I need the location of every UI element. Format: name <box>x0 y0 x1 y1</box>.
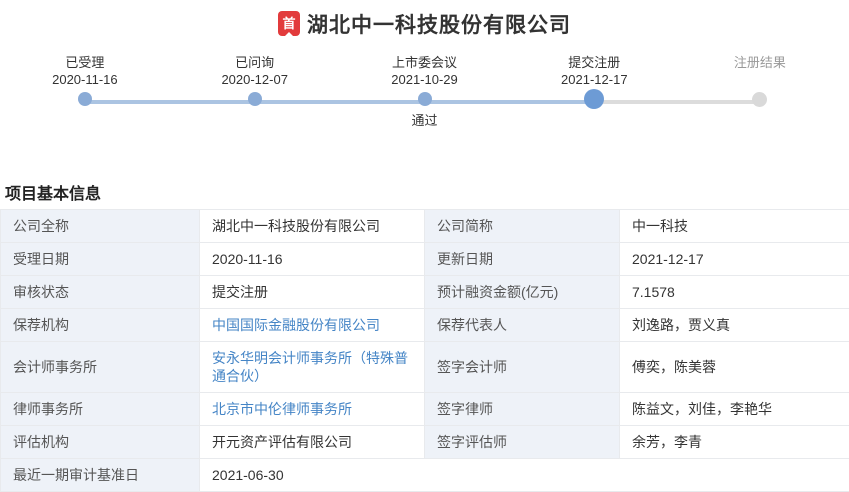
table-row: 审核状态 提交注册 预计融资金额(亿元) 7.1578 <box>1 276 849 309</box>
stage-label: 上市委会议 <box>350 54 500 71</box>
field-value-acceptance-date: 2020-11-16 <box>200 243 425 276</box>
field-value-sponsor-representatives: 刘逸路，贾义真 <box>620 309 849 342</box>
stage-label: 已问询 <box>180 54 330 71</box>
stage-result-label: 通过 <box>350 112 500 129</box>
field-value-signing-appraisers: 余芳，李青 <box>620 426 849 459</box>
table-row: 律师事务所 北京市中伦律师事务所 签字律师 陈益文，刘佳，李艳华 <box>1 393 849 426</box>
field-label-valuation-agency: 评估机构 <box>1 426 200 459</box>
badge-glyph: 首 <box>282 17 295 30</box>
field-label-expected-financing: 预计融资金额(亿元) <box>425 276 620 309</box>
page: 首 湖北中一科技股份有限公司 已受理 2020-11-16 已问询 2020-1… <box>0 0 849 492</box>
table-row: 会计师事务所 安永华明会计师事务所（特殊普通合伙） 签字会计师 傅奕，陈美蓉 <box>1 342 849 393</box>
page-header: 首 湖北中一科技股份有限公司 <box>0 0 849 38</box>
project-info-table: 公司全称 湖北中一科技股份有限公司 公司简称 中一科技 受理日期 2020-11… <box>0 209 849 492</box>
field-value-sponsor: 中国国际金融股份有限公司 <box>200 309 425 342</box>
stage-date: 2020-12-07 <box>180 71 330 88</box>
field-value-company-short-name: 中一科技 <box>620 210 849 243</box>
timeline-stage-inquired: 已问询 2020-12-07 <box>180 54 330 129</box>
progress-timeline: 已受理 2020-11-16 已问询 2020-12-07 上市委会议 2021… <box>0 54 849 132</box>
field-value-signing-lawyers: 陈益文，刘佳，李艳华 <box>620 393 849 426</box>
field-label-signing-lawyers: 签字律师 <box>425 393 620 426</box>
stage-date: 2021-12-17 <box>519 71 669 88</box>
field-label-acceptance-date: 受理日期 <box>1 243 200 276</box>
table-row: 公司全称 湖北中一科技股份有限公司 公司简称 中一科技 <box>1 210 849 243</box>
stage-sub-label <box>519 112 669 129</box>
stage-date <box>685 71 835 88</box>
stage-sub-label <box>685 112 835 129</box>
timeline-track-completed <box>85 100 594 104</box>
stage-date: 2020-11-16 <box>10 71 160 88</box>
table-row: 最近一期审计基准日 2021-06-30 <box>1 459 849 492</box>
field-label-sponsor-representatives: 保荐代表人 <box>425 309 620 342</box>
timeline-stage-registration-result: 注册结果 <box>685 54 835 129</box>
field-label-sponsor: 保荐机构 <box>1 309 200 342</box>
field-label-company-full-name: 公司全称 <box>1 210 200 243</box>
table-row: 保荐机构 中国国际金融股份有限公司 保荐代表人 刘逸路，贾义真 <box>1 309 849 342</box>
field-label-update-date: 更新日期 <box>425 243 620 276</box>
ipo-first-issue-badge-icon: 首 <box>278 11 300 36</box>
stage-date: 2021-10-29 <box>350 71 500 88</box>
law-firm-link[interactable]: 北京市中伦律师事务所 <box>212 401 352 417</box>
stage-label: 提交注册 <box>519 54 669 71</box>
accounting-firm-link[interactable]: 安永华明会计师事务所（特殊普通合伙） <box>212 350 408 384</box>
field-value-law-firm: 北京市中伦律师事务所 <box>200 393 425 426</box>
stage-sub-label <box>10 112 160 129</box>
table-row: 评估机构 开元资产评估有限公司 签字评估师 余芳，李青 <box>1 426 849 459</box>
field-value-update-date: 2021-12-17 <box>620 243 849 276</box>
field-value-latest-audit-base-date: 2021-06-30 <box>200 459 849 492</box>
page-title: 湖北中一科技股份有限公司 <box>307 9 571 39</box>
stage-dot-active-icon <box>584 89 604 109</box>
timeline-stage-accepted: 已受理 2020-11-16 <box>10 54 160 129</box>
field-value-accounting-firm: 安永华明会计师事务所（特殊普通合伙） <box>200 342 425 393</box>
stage-dot-icon <box>418 92 432 106</box>
stage-label: 注册结果 <box>685 54 835 71</box>
section-title: 项目基本信息 <box>5 180 849 200</box>
field-value-signing-accountants: 傅奕，陈美蓉 <box>620 342 849 393</box>
field-label-signing-accountants: 签字会计师 <box>425 342 620 393</box>
stage-sub-label <box>180 112 330 129</box>
field-label-accounting-firm: 会计师事务所 <box>1 342 200 393</box>
field-label-latest-audit-base-date: 最近一期审计基准日 <box>1 459 200 492</box>
field-label-signing-appraisers: 签字评估师 <box>425 426 620 459</box>
stage-dot-icon <box>248 92 262 106</box>
timeline-stage-listing-committee: 上市委会议 2021-10-29 通过 <box>350 54 500 129</box>
field-value-valuation-agency: 开元资产评估有限公司 <box>200 426 425 459</box>
field-label-review-status: 审核状态 <box>1 276 200 309</box>
stage-dot-pending-icon <box>752 92 767 107</box>
timeline-stage-submit-registration: 提交注册 2021-12-17 <box>519 54 669 129</box>
field-value-company-full-name: 湖北中一科技股份有限公司 <box>200 210 425 243</box>
field-label-company-short-name: 公司简称 <box>425 210 620 243</box>
stage-label: 已受理 <box>10 54 160 71</box>
field-value-expected-financing: 7.1578 <box>620 276 849 309</box>
field-label-law-firm: 律师事务所 <box>1 393 200 426</box>
stage-dot-icon <box>78 92 92 106</box>
field-value-review-status: 提交注册 <box>200 276 425 309</box>
sponsor-link[interactable]: 中国国际金融股份有限公司 <box>212 317 380 333</box>
table-row: 受理日期 2020-11-16 更新日期 2021-12-17 <box>1 243 849 276</box>
